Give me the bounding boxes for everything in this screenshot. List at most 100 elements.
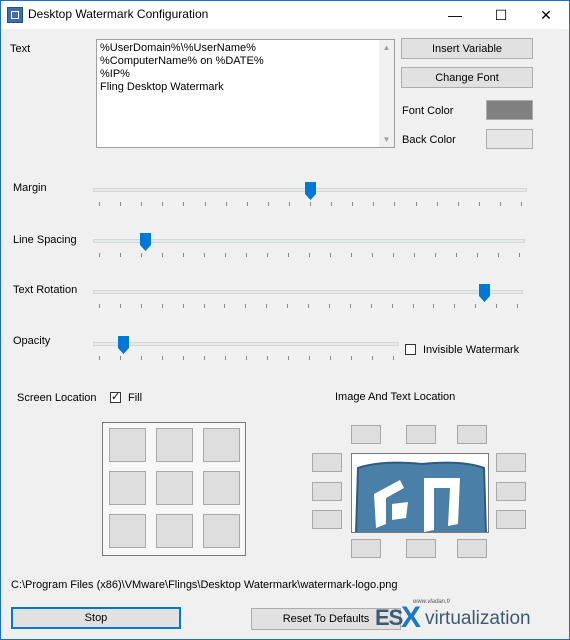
slider-tick bbox=[141, 253, 142, 257]
image-pos-bottom-center[interactable] bbox=[406, 539, 436, 558]
slider-tick bbox=[204, 356, 205, 360]
image-pos-left-middle[interactable] bbox=[312, 482, 342, 501]
textbox-scrollbar[interactable]: ▲ ▼ bbox=[379, 40, 394, 147]
insert-variable-button[interactable]: Insert Variable bbox=[401, 38, 533, 59]
line-spacing-slider-track[interactable] bbox=[93, 239, 525, 243]
margin-label: Margin bbox=[13, 182, 47, 194]
location-cell-bottom-center[interactable] bbox=[156, 514, 193, 548]
logo-es: ES bbox=[375, 605, 403, 630]
slider-tick bbox=[162, 202, 164, 206]
watermark-text-lines: %UserDomain%\%UserName% %ComputerName% o… bbox=[97, 42, 264, 94]
text-line: %IP% bbox=[100, 68, 130, 80]
slider-tick bbox=[373, 202, 375, 206]
slider-tick bbox=[288, 253, 289, 257]
change-font-button[interactable]: Change Font bbox=[401, 67, 533, 88]
location-cell-bottom-right[interactable] bbox=[203, 514, 240, 548]
slider-tick bbox=[120, 253, 121, 257]
slider-tick bbox=[478, 202, 480, 206]
location-cell-bottom-left[interactable] bbox=[109, 514, 146, 548]
slider-tick bbox=[120, 202, 122, 206]
location-cell-center[interactable] bbox=[156, 471, 193, 505]
close-button[interactable]: ✕ bbox=[523, 1, 569, 29]
fill-label: Fill bbox=[128, 392, 143, 404]
slider-tick bbox=[288, 356, 289, 360]
text-rotation-slider-thumb[interactable] bbox=[478, 284, 490, 302]
margin-slider-thumb[interactable] bbox=[305, 182, 316, 200]
slider-tick bbox=[246, 202, 248, 206]
back-color-swatch[interactable] bbox=[486, 129, 533, 149]
fill-checkbox[interactable] bbox=[110, 390, 121, 403]
text-line: %ComputerName% on %DATE% bbox=[100, 55, 264, 67]
slider-tick bbox=[370, 304, 372, 308]
slider-tick bbox=[225, 202, 227, 206]
location-cell-top-left[interactable] bbox=[109, 428, 146, 462]
slider-tick bbox=[183, 356, 184, 360]
location-cell-middle-right[interactable] bbox=[203, 471, 240, 505]
maximize-button[interactable]: ☐ bbox=[478, 1, 524, 29]
slider-tick bbox=[330, 356, 331, 360]
slider-tick bbox=[161, 304, 163, 308]
slider-tick bbox=[225, 356, 226, 360]
slider-tick bbox=[436, 202, 438, 206]
slider-tick bbox=[287, 304, 289, 308]
watermark-image-preview bbox=[351, 453, 489, 533]
scroll-down-icon[interactable]: ▼ bbox=[379, 132, 394, 147]
location-cell-top-center[interactable] bbox=[156, 428, 193, 462]
image-pos-top-right[interactable] bbox=[457, 425, 487, 444]
slider-tick bbox=[267, 202, 269, 206]
text-line: %UserDomain%\%UserName% bbox=[100, 42, 256, 54]
screen-location-label: Screen Location bbox=[17, 392, 97, 404]
text-rotation-label: Text Rotation bbox=[13, 284, 78, 296]
minimize-button[interactable]: — bbox=[432, 1, 478, 29]
slider-tick bbox=[435, 253, 436, 257]
main-window: Desktop Watermark Configuration — ☐ ✕ Te… bbox=[0, 0, 570, 640]
slider-tick bbox=[517, 304, 518, 308]
text-line: Fling Desktop Watermark bbox=[100, 81, 224, 93]
invisible-watermark-checkbox[interactable] bbox=[405, 344, 416, 355]
image-pos-right-middle[interactable] bbox=[496, 482, 526, 501]
slider-tick bbox=[224, 304, 226, 308]
image-pos-left-top[interactable] bbox=[312, 453, 342, 472]
line-spacing-slider-thumb[interactable] bbox=[140, 233, 152, 251]
slider-tick bbox=[412, 304, 414, 308]
slider-tick bbox=[183, 253, 184, 257]
logo-virtualization: virtualization bbox=[425, 608, 531, 629]
slider-tick bbox=[99, 304, 100, 308]
image-pos-bottom-left[interactable] bbox=[351, 539, 381, 558]
image-text-location-label: Image And Text Location bbox=[335, 391, 456, 403]
window-title: Desktop Watermark Configuration bbox=[28, 7, 209, 21]
text-label: Text bbox=[10, 43, 31, 55]
location-cell-middle-left[interactable] bbox=[109, 471, 146, 505]
slider-tick bbox=[140, 304, 142, 308]
scroll-up-icon[interactable]: ▲ bbox=[379, 40, 394, 55]
location-cell-top-right[interactable] bbox=[203, 428, 240, 462]
slider-tick bbox=[457, 202, 459, 206]
slider-tick bbox=[99, 202, 100, 206]
slider-tick bbox=[119, 304, 121, 308]
slider-tick bbox=[204, 253, 205, 257]
slider-tick bbox=[308, 304, 309, 308]
text-rotation-slider-track[interactable] bbox=[93, 290, 523, 294]
image-pos-left-bottom[interactable] bbox=[312, 510, 342, 529]
slider-tick bbox=[310, 202, 311, 206]
slider-tick bbox=[433, 304, 435, 308]
text-rotation-slider-ticks bbox=[99, 304, 518, 309]
font-color-swatch[interactable] bbox=[486, 100, 533, 120]
stop-button[interactable]: Stop bbox=[11, 607, 181, 629]
watermark-text-input[interactable]: %UserDomain%\%UserName% %ComputerName% o… bbox=[96, 39, 395, 148]
title-bar[interactable]: Desktop Watermark Configuration — ☐ ✕ bbox=[1, 1, 569, 29]
invisible-watermark-label: Invisible Watermark bbox=[423, 344, 520, 356]
stamp-logo-image bbox=[352, 454, 488, 532]
image-pos-bottom-right[interactable] bbox=[457, 539, 487, 558]
slider-tick bbox=[309, 253, 310, 257]
line-spacing-label: Line Spacing bbox=[13, 234, 77, 246]
image-pos-right-top[interactable] bbox=[496, 453, 526, 472]
image-pos-top-left[interactable] bbox=[351, 425, 381, 444]
slider-tick bbox=[328, 304, 330, 308]
slider-tick bbox=[162, 253, 163, 257]
opacity-slider-thumb[interactable] bbox=[117, 336, 129, 354]
image-pos-top-center[interactable] bbox=[406, 425, 436, 444]
image-pos-right-bottom[interactable] bbox=[496, 510, 526, 529]
opacity-slider-track[interactable] bbox=[93, 342, 399, 346]
slider-tick bbox=[204, 202, 206, 206]
